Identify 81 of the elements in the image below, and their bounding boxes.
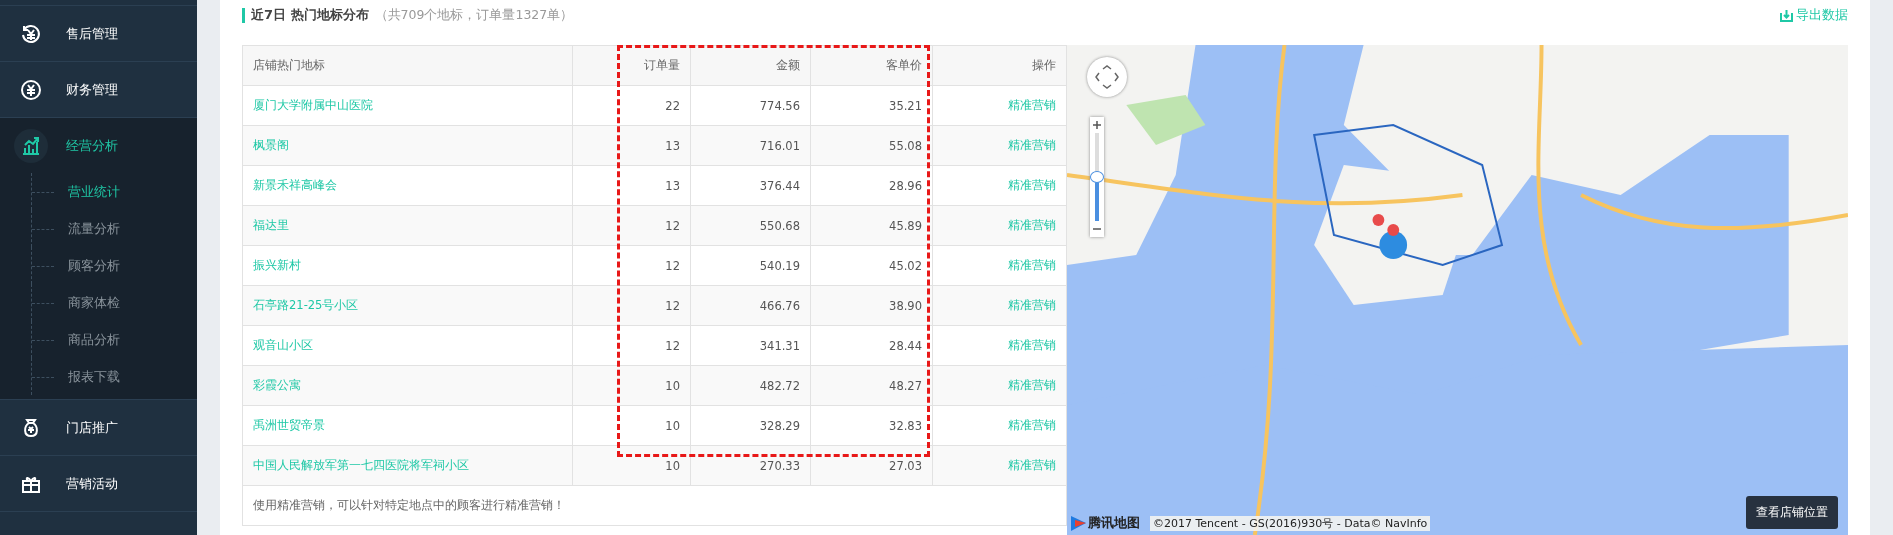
marketing-link[interactable]: 精准营销 — [1008, 138, 1056, 152]
minus-icon — [1093, 225, 1101, 233]
table-cell: 45.02 — [810, 245, 933, 286]
table-cell: 35.21 — [810, 85, 933, 126]
plus-icon — [1093, 121, 1101, 129]
column-header: 客单价 — [810, 45, 933, 86]
download-icon — [1780, 8, 1793, 22]
table-cell: 12 — [572, 245, 691, 286]
landmark-link[interactable]: 观音山小区 — [253, 338, 313, 352]
column-header: 订单量 — [572, 45, 691, 86]
marketing-link[interactable]: 精准营销 — [1008, 178, 1056, 192]
landmark-link[interactable]: 厦门大学附属中山医院 — [253, 98, 373, 112]
table-cell: 10 — [572, 365, 691, 406]
nav-item[interactable]: 营销活动 — [0, 456, 197, 511]
map-logo-icon — [1071, 515, 1086, 531]
pan-arrows-icon — [1094, 64, 1120, 90]
nav-label: 经营分析 — [66, 136, 118, 155]
nav-item[interactable]: 财务管理 — [0, 62, 197, 117]
table-cell: 716.01 — [690, 125, 811, 166]
marketing-link[interactable]: 精准营销 — [1008, 338, 1056, 352]
landmark-link[interactable]: 振兴新村 — [253, 258, 301, 272]
table-cell: 28.44 — [810, 325, 933, 366]
section-subtitle: （共709个地标，订单量1327单） — [374, 6, 574, 24]
marketing-link[interactable]: 精准营销 — [1008, 418, 1056, 432]
table-cell: 32.83 — [810, 405, 933, 446]
landmark-link[interactable]: 石亭路21-25号小区 — [253, 298, 359, 312]
export-link[interactable]: 导出数据 — [1780, 6, 1848, 24]
nav-item[interactable]: 门店推广 — [0, 400, 197, 455]
table-cell: 550.68 — [690, 205, 811, 246]
table-cell: 55.08 — [810, 125, 933, 166]
nav-item[interactable]: 经营分析 — [0, 118, 197, 173]
landmark-link[interactable]: 彩霞公寓 — [253, 378, 301, 392]
marketing-link[interactable]: 精准营销 — [1008, 378, 1056, 392]
table-cell: 48.27 — [810, 365, 933, 406]
table-cell: 774.56 — [690, 85, 811, 126]
title-accent-bar — [242, 7, 245, 23]
table-cell: 466.76 — [690, 285, 811, 326]
zoom-slider[interactable] — [1090, 117, 1104, 237]
landmark-link[interactable]: 禹洲世贸帝景 — [253, 418, 325, 432]
nav-label: 财务管理 — [66, 80, 118, 99]
section-title: 近7日 热门地标分布 — [251, 6, 369, 24]
table-cell: 10 — [572, 445, 691, 486]
column-header: 操作 — [932, 45, 1067, 86]
nav-label: 营销活动 — [66, 474, 118, 493]
marketing-link[interactable]: 精准营销 — [1008, 298, 1056, 312]
table-cell: 38.90 — [810, 285, 933, 326]
chart-icon — [21, 135, 41, 156]
yuan-icon — [20, 78, 42, 101]
table-cell: 540.19 — [690, 245, 811, 286]
table-cell: 341.31 — [690, 325, 811, 366]
marketing-link[interactable]: 精准营销 — [1008, 98, 1056, 112]
landmark-link[interactable]: 枫景阁 — [253, 138, 289, 152]
map-logo: 腾讯地图 — [1071, 514, 1140, 532]
yuan-refresh-icon — [20, 22, 42, 45]
table-cell: 12 — [572, 325, 691, 366]
zoom-thumb[interactable] — [1090, 171, 1104, 183]
table-cell: 10 — [572, 405, 691, 446]
marketing-link[interactable]: 精准营销 — [1008, 458, 1056, 472]
landmark-link[interactable]: 新景禾祥高峰会 — [253, 178, 337, 192]
nav-item[interactable]: 售后管理 — [0, 6, 197, 61]
table-footer-note: 使用精准营销，可以针对特定地点中的顾客进行精准营销！ — [242, 485, 1067, 526]
table-cell: 270.33 — [690, 445, 811, 486]
table-cell: 482.72 — [690, 365, 811, 406]
table-cell: 12 — [572, 285, 691, 326]
table-cell: 13 — [572, 165, 691, 206]
nav-label: 售后管理 — [66, 24, 118, 43]
table-cell: 12 — [572, 205, 691, 246]
table-cell: 376.44 — [690, 165, 811, 206]
column-header: 店铺热门地标 — [242, 45, 573, 86]
marketing-link[interactable]: 精准营销 — [1008, 258, 1056, 272]
nav-label: 门店推广 — [66, 418, 118, 437]
table-cell: 22 — [572, 85, 691, 126]
table-cell: 328.29 — [690, 405, 811, 446]
table-cell: 13 — [572, 125, 691, 166]
column-header: 金额 — [690, 45, 811, 86]
landmark-link[interactable]: 福达里 — [253, 218, 289, 232]
table-cell: 27.03 — [810, 445, 933, 486]
table-cell: 45.89 — [810, 205, 933, 246]
table-cell: 28.96 — [810, 165, 933, 206]
marketing-link[interactable]: 精准营销 — [1008, 218, 1056, 232]
view-store-location-button[interactable]: 查看店铺位置 — [1746, 496, 1838, 529]
